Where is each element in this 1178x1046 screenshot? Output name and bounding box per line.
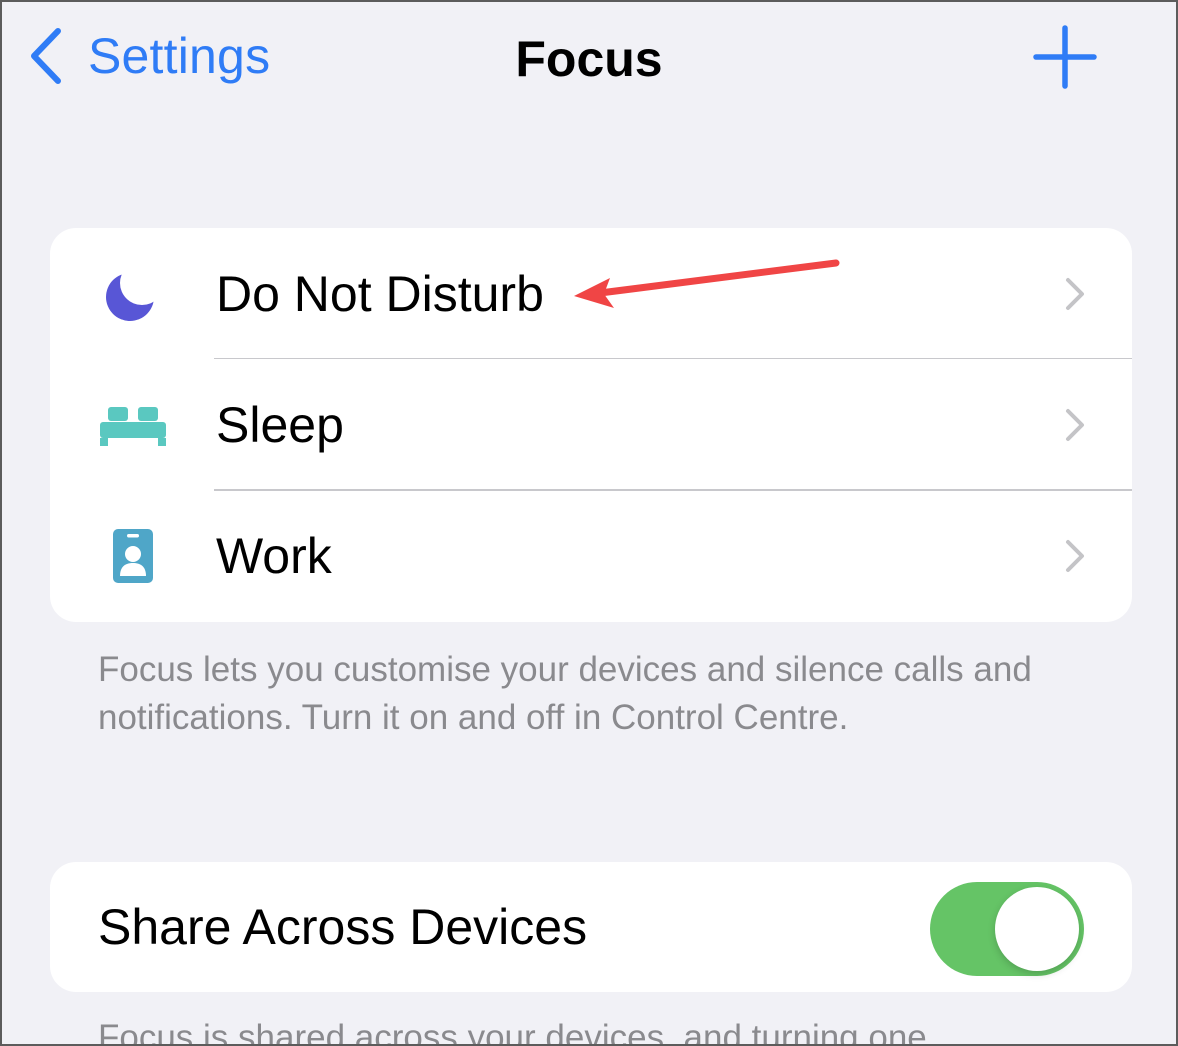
toggle-knob [995, 887, 1079, 971]
chevron-right-icon [1064, 359, 1086, 490]
share-across-devices-toggle[interactable] [930, 882, 1084, 976]
bed-icon [100, 359, 166, 490]
id-badge-icon [100, 491, 166, 622]
focus-row-label: Sleep [216, 396, 344, 453]
chevron-right-icon [1064, 491, 1086, 622]
focus-row-label: Do Not Disturb [216, 265, 544, 322]
plus-icon [1033, 25, 1097, 89]
add-focus-button[interactable] [1030, 24, 1100, 90]
share-description: Focus is shared across your devices, and… [98, 1018, 927, 1046]
page-title: Focus [515, 31, 663, 87]
focus-row-do-not-disturb[interactable]: Do Not Disturb [50, 228, 1132, 360]
focus-row-work[interactable]: Work [50, 491, 1132, 622]
share-across-devices-row: Share Across Devices [50, 862, 1132, 992]
focus-description: Focus lets you customise your devices an… [98, 650, 1032, 737]
chevron-right-icon [1064, 228, 1086, 359]
focus-row-label: Work [216, 528, 332, 585]
share-across-devices-label: Share Across Devices [98, 899, 588, 955]
moon-icon [100, 228, 166, 359]
focus-row-sleep[interactable]: Sleep [50, 359, 1132, 491]
focus-modes-list: Do Not Disturb Sleep Work [50, 228, 1132, 622]
